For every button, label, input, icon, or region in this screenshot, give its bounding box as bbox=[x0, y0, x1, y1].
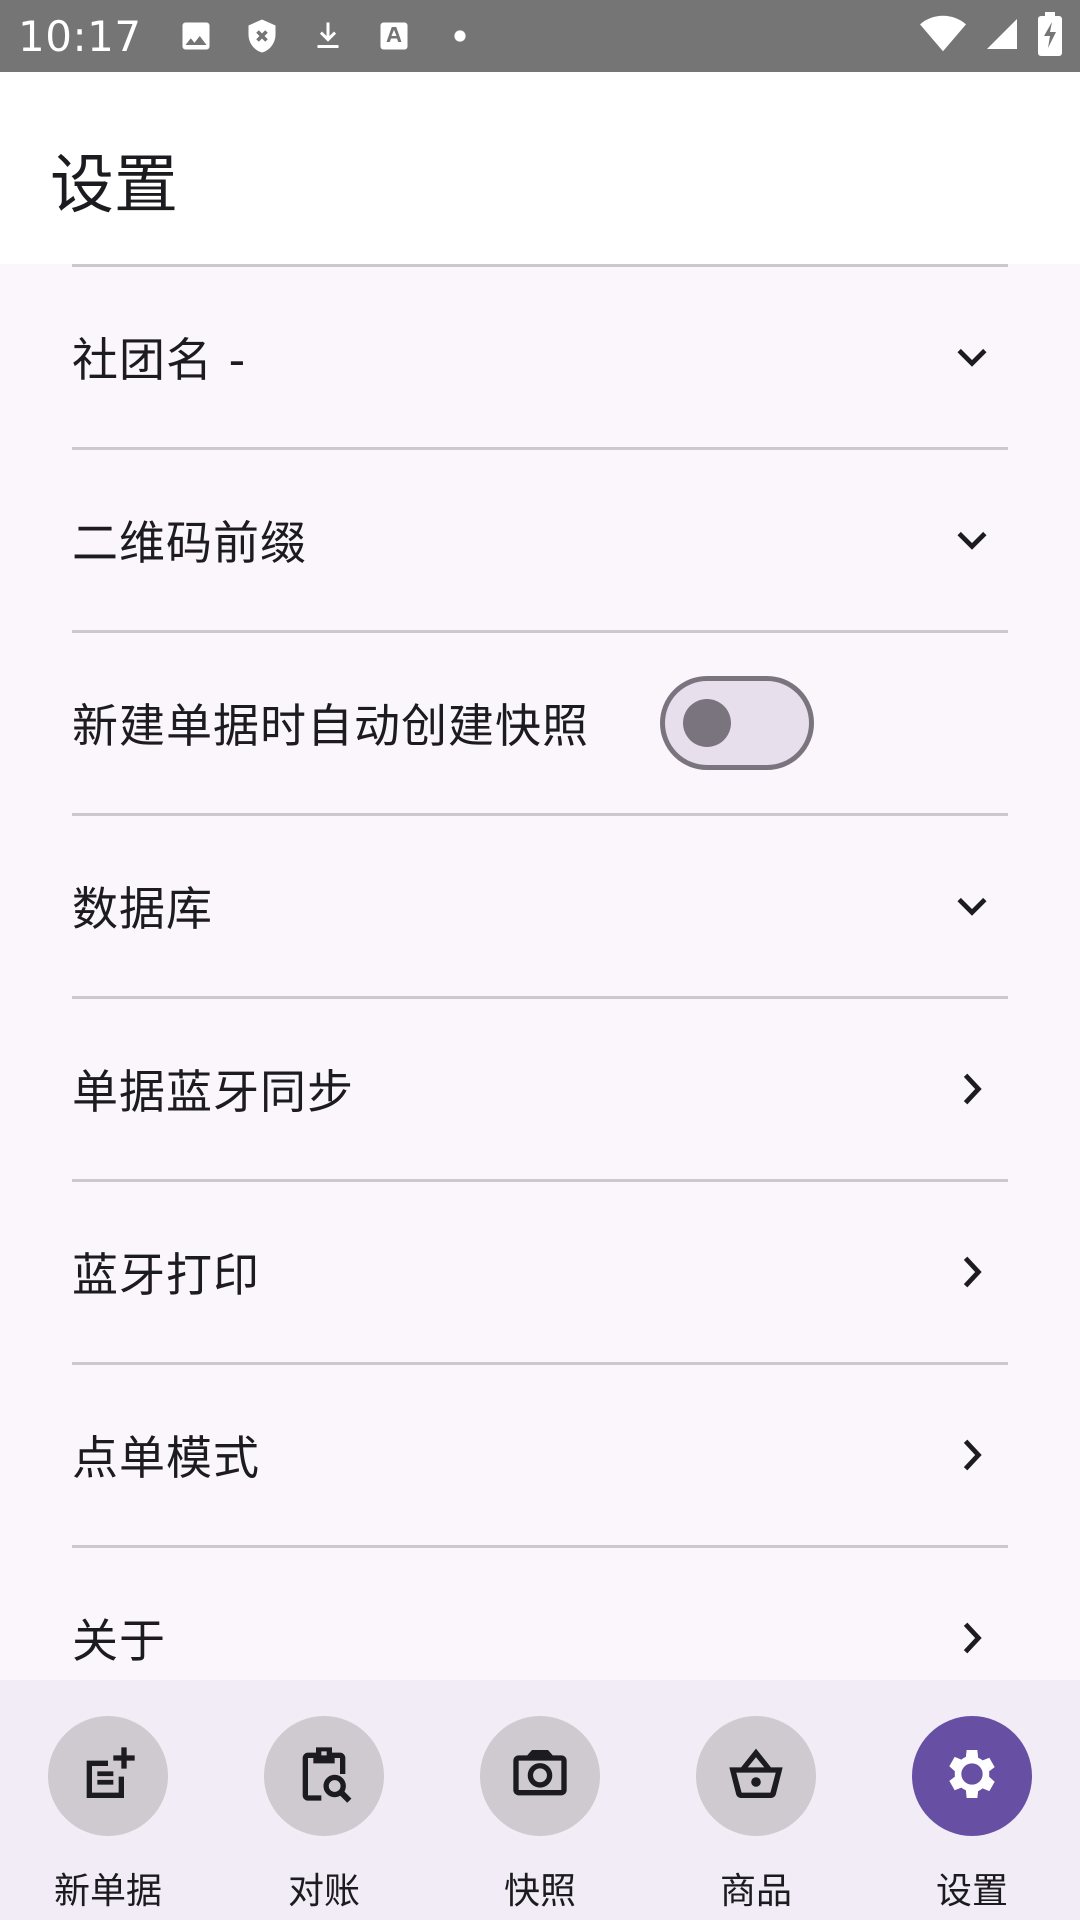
setting-label: 社团名 - bbox=[72, 333, 247, 387]
basket-icon bbox=[724, 1742, 788, 1810]
clipboard-search-icon bbox=[292, 1742, 356, 1810]
dot-icon bbox=[440, 16, 480, 56]
setting-label: 单据蓝牙同步 bbox=[72, 1065, 354, 1119]
nav-label: 商品 bbox=[719, 1871, 792, 1912]
chevron-down-icon bbox=[948, 882, 996, 930]
chevron-right-icon bbox=[948, 1431, 996, 1479]
setting-label: 点单模式 bbox=[72, 1431, 260, 1485]
chevron-down-icon bbox=[948, 333, 996, 381]
battery-icon bbox=[1038, 12, 1062, 60]
nav-item-new-order[interactable]: 新单据 bbox=[0, 1716, 216, 1916]
chevron-down-icon bbox=[948, 516, 996, 564]
nav-indicator-active bbox=[912, 1716, 1032, 1836]
chevron-right-icon bbox=[948, 1065, 996, 1113]
setting-qr-prefix[interactable]: 二维码前缀 bbox=[72, 450, 1008, 630]
setting-label: 关于 bbox=[72, 1614, 166, 1668]
settings-list: 社团名 - 二维码前缀 新建单据时自动创建快照 数据库 单据蓝牙同步 蓝牙打印 bbox=[0, 264, 1080, 1680]
setting-label: 数据库 bbox=[72, 882, 213, 936]
status-bar: 10:17 bbox=[0, 0, 1080, 72]
gear-icon bbox=[940, 1742, 1004, 1810]
nav-label: 快照 bbox=[503, 1871, 576, 1912]
setting-database[interactable]: 数据库 bbox=[72, 816, 1008, 996]
wifi-icon bbox=[920, 14, 966, 58]
nav-label: 设置 bbox=[935, 1871, 1008, 1912]
nav-item-settings[interactable]: 设置 bbox=[864, 1716, 1080, 1916]
top-app-bar: 设置 bbox=[0, 72, 1080, 264]
page-title: 设置 bbox=[50, 149, 178, 223]
nav-item-products[interactable]: 商品 bbox=[648, 1716, 864, 1916]
text-a-icon bbox=[374, 16, 414, 56]
signal-icon bbox=[984, 16, 1020, 56]
setting-label: 二维码前缀 bbox=[72, 516, 307, 570]
bottom-navigation: 新单据 对账 快照 商品 设置 bbox=[0, 1680, 1080, 1920]
switch-knob bbox=[683, 699, 731, 747]
auto-snapshot-switch[interactable] bbox=[660, 676, 814, 770]
nav-indicator bbox=[48, 1716, 168, 1836]
nav-label: 新单据 bbox=[53, 1871, 162, 1912]
gallery-icon bbox=[176, 16, 216, 56]
setting-club-name[interactable]: 社团名 - bbox=[72, 267, 1008, 447]
setting-order-mode[interactable]: 点单模式 bbox=[72, 1365, 1008, 1545]
setting-bt-print[interactable]: 蓝牙打印 bbox=[72, 1182, 1008, 1362]
status-time: 10:17 bbox=[18, 11, 142, 61]
shield-icon bbox=[242, 16, 282, 56]
nav-item-reconcile[interactable]: 对账 bbox=[216, 1716, 432, 1916]
setting-bt-sync[interactable]: 单据蓝牙同步 bbox=[72, 999, 1008, 1179]
nav-indicator bbox=[696, 1716, 816, 1836]
setting-auto-snapshot: 新建单据时自动创建快照 bbox=[72, 633, 1008, 813]
camera-icon bbox=[508, 1742, 572, 1810]
note-add-icon bbox=[76, 1742, 140, 1810]
setting-about[interactable]: 关于 bbox=[72, 1548, 1008, 1680]
download-icon bbox=[308, 16, 348, 56]
nav-item-snapshot[interactable]: 快照 bbox=[432, 1716, 648, 1916]
chevron-right-icon bbox=[948, 1614, 996, 1662]
nav-label: 对账 bbox=[287, 1871, 360, 1912]
chevron-right-icon bbox=[948, 1248, 996, 1296]
setting-label: 新建单据时自动创建快照 bbox=[72, 699, 589, 753]
nav-indicator bbox=[480, 1716, 600, 1836]
setting-label: 蓝牙打印 bbox=[72, 1248, 260, 1302]
nav-indicator bbox=[264, 1716, 384, 1836]
